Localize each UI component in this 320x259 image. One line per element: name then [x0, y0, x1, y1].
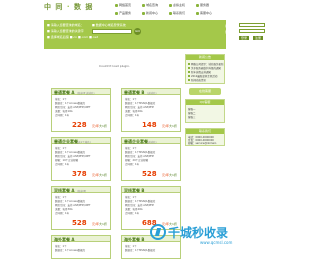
card-discount: 大1折: [99, 222, 107, 226]
news-icon: [142, 11, 145, 15]
plan-card[interactable]: 双线套餐 A (独享IP) 域名：1个 数据库：1个Access数据库 网页空间…: [51, 186, 111, 230]
card-line: 合同期：1年: [125, 163, 140, 166]
news-link[interactable]: 新闻动态资讯: [188, 78, 206, 82]
card-title: 双线套餐 B: [124, 188, 145, 193]
card-line: 合同期：1年: [55, 114, 70, 117]
nav-item-hosting[interactable]: 虚拟主机: [169, 3, 185, 7]
bullet-icon: [188, 67, 190, 69]
watermark-logo-icon: [150, 224, 166, 240]
main-nav: 网络首页 域名查询 虚拟主机 服务器 产品服务 新闻中心 联系我们 客服中心: [115, 2, 225, 18]
card-price-unit: 元/年: [92, 173, 100, 177]
card-subtitle: (送1个域名): [77, 141, 91, 144]
card-price: 528: [72, 219, 87, 227]
home-icon: [115, 3, 118, 7]
card-discount: 大1折: [169, 124, 177, 128]
contact-block: 联系我们 电话：0000-0000000 传真：0000-0000000 邮箱：…: [185, 128, 225, 146]
domain-query-label: ■ 请输入您要查询的域名：: [47, 23, 84, 27]
site-logo[interactable]: 中 同 · 数 据: [44, 2, 93, 12]
card-line: 合同期：1年: [55, 212, 70, 215]
card-price: 378: [72, 170, 87, 178]
card-discount: 大1折: [99, 124, 107, 128]
password-input[interactable]: [239, 29, 265, 33]
login-system-label: ■ 数据中心域名登录系统: [92, 23, 126, 27]
card-title: 海外套餐 A: [54, 237, 75, 242]
suffix-select-label[interactable]: ■ 选择域名后缀 ■.cn ■.com ■.net: [47, 35, 98, 39]
top-bar: 中 同 · 数 据 网络首页 域名查询 虚拟主机 服务器 产品服务 新闻中心 联…: [0, 0, 266, 20]
logo-text-right: 数 据: [73, 3, 94, 11]
card-price: 528: [142, 170, 157, 178]
card-title: 普通企业套餐: [54, 139, 78, 144]
card-title: 双线套餐 A: [54, 188, 75, 193]
card-subtitle: (送域名): [147, 92, 157, 95]
contact-block-title: 联系我们: [186, 129, 224, 134]
header-search-banner: ■ 请输入您要查询的域名： ■ 请输入您要查询的关键字 ■ 选择域名后缀 ■.c…: [44, 20, 265, 49]
card-discount: 大1折: [169, 173, 177, 177]
register-button[interactable]: 注册: [253, 36, 264, 40]
card-subtitle: (独享IP 送域名): [77, 92, 95, 95]
username-label: 用户名: [225, 24, 235, 28]
card-line: 合同期：1年: [125, 114, 140, 117]
logo-dot: ·: [66, 3, 71, 11]
nav-item-server[interactable]: 服务器: [196, 3, 209, 7]
card-discount: 大1折: [99, 173, 107, 177]
bullet-icon: [188, 75, 190, 77]
card-line: 合同期：1年: [125, 212, 140, 215]
card-subtitle: (送域名): [147, 141, 157, 144]
card-price-unit: 元/年: [162, 124, 170, 128]
support-icon: [196, 11, 199, 15]
bullet-icon: [188, 63, 190, 65]
bullet-icon: [188, 71, 190, 73]
server-icon: [196, 3, 199, 7]
nav-item-contact[interactable]: 联系我们: [169, 11, 185, 15]
bullet-icon: [188, 79, 190, 81]
watermark-text: 千城秒收录: [168, 226, 229, 240]
card-price-unit: 元/年: [162, 173, 170, 177]
card-title: 普通套餐 A: [54, 90, 75, 95]
plan-card[interactable]: 普通企业套餐 (送1个域名) 域名：1个 数据库：1个Access数据库 网页空…: [51, 137, 111, 181]
nav-item-domain[interactable]: 域名查询: [142, 3, 158, 7]
plan-card[interactable]: 普通套餐 A (独享IP 送域名) 域名：1个 数据库：1个Access数据库 …: [51, 88, 111, 132]
news-block-title: 新闻公告: [186, 55, 224, 60]
card-line: 合同期：1年: [55, 163, 70, 166]
card-line: 数据库：1个Access数据库: [55, 249, 86, 252]
contact-line: 邮箱：service@domain: [188, 142, 217, 145]
nav-item-home[interactable]: 网络首页: [115, 3, 131, 7]
username-input[interactable]: [239, 23, 265, 27]
card-title: 海外套餐 B: [124, 237, 145, 242]
plan-card[interactable]: 普通套餐 B (送域名) 域名：1个 数据库：1个MSSQL数据库 网页空间：支…: [121, 88, 181, 132]
nav-item-news[interactable]: 新闻中心: [142, 11, 158, 15]
contact-icon: [169, 11, 172, 15]
plugin-notice: Couldn't load plugin.: [99, 64, 131, 68]
products-icon: [115, 11, 118, 15]
watermark-domain: www.qcmsl.com: [200, 240, 233, 245]
go-button[interactable]: GO: [134, 28, 141, 35]
card-subtitle: (独享IP): [77, 190, 87, 193]
plan-card[interactable]: 海外套餐 A 域名：1个 数据库：1个Access数据库: [51, 235, 111, 259]
password-label: 密 码: [225, 30, 232, 34]
qq-block-title: QQ客服: [186, 100, 224, 105]
card-title: 普通企业套餐: [124, 139, 148, 144]
card-price: 228: [72, 121, 87, 129]
login-button[interactable]: 登录: [239, 36, 250, 40]
nav-item-products[interactable]: 产品服务: [115, 11, 131, 15]
keyword-query-label: ■ 请输入您要查询的关键字: [47, 29, 84, 33]
qq-link[interactable]: 客服三: [188, 115, 196, 119]
login-box: 用户名 密 码 登录 注册: [225, 23, 267, 45]
online-service-button[interactable]: 在线客服: [189, 88, 221, 95]
card-title: 普通套餐 B: [124, 90, 145, 95]
nav-item-support[interactable]: 客服中心: [196, 11, 212, 15]
search-input[interactable]: [92, 29, 132, 34]
domain-icon: [142, 3, 145, 7]
logo-text-left: 中 同: [44, 3, 64, 11]
watermark: 千城秒收录 www.qcmsl.com: [150, 222, 250, 252]
card-price-unit: 元/年: [92, 124, 100, 128]
hosting-icon: [169, 3, 172, 7]
news-block: 新闻公告 网络公司提示：域名服务更新 关于服务器维护升级的通知 新年放假安排通知…: [185, 54, 225, 84]
qq-block: QQ客服 客服一 客服二 客服三: [185, 99, 225, 123]
card-price-unit: 元/年: [92, 222, 100, 226]
card-price: 148: [142, 121, 157, 129]
plan-card[interactable]: 普通企业套餐 (送域名) 域名：1个 数据库：1个MSSQL数据库 网页空间：支…: [121, 137, 181, 181]
